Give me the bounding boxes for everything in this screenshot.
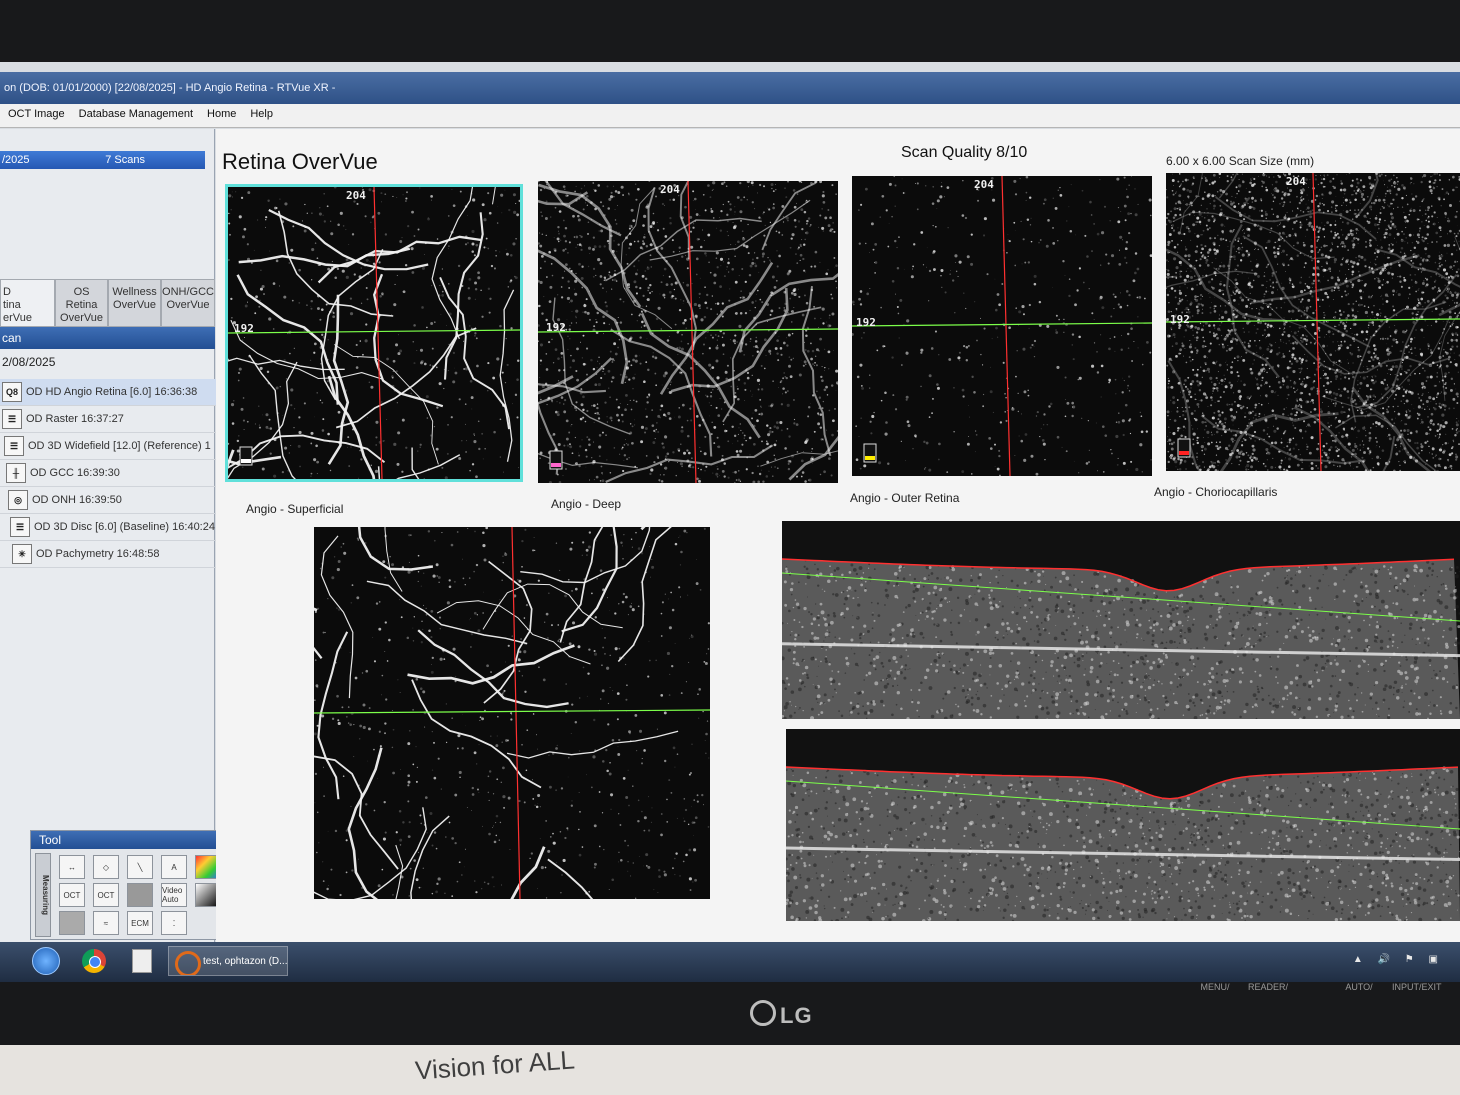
angio-texture (1166, 173, 1460, 471)
scan-label: OD ONH 16:39:50 (32, 494, 122, 506)
oct-button-2[interactable]: OCT (93, 883, 119, 907)
scan-row-pachymetry[interactable]: ✳ OD Pachymetry 16:48:58 (0, 541, 235, 568)
pachymetry-scan-icon: ✳ (12, 544, 32, 564)
window-title: on (DOB: 01/01/2000) [22/08/2025] - HD A… (0, 72, 1460, 106)
slice-top-number: 204 (974, 178, 994, 191)
page-title: Retina OverVue (222, 149, 378, 174)
monitor-auto-button[interactable]: AUTO/ (1344, 982, 1374, 992)
monitor-mode-button[interactable] (1296, 982, 1326, 992)
dots-button[interactable]: ⁚ (161, 911, 187, 935)
text-tool-button[interactable]: A (161, 855, 187, 879)
ecm-button[interactable]: ECM (127, 911, 153, 935)
scan-row-hd-angio[interactable]: Q8 OD HD Angio Retina [6.0] 16:36:38 (0, 379, 235, 406)
photo-scene: on (DOB: 01/01/2000) [22/08/2025] - HD A… (0, 0, 1460, 1095)
caption-superficial: Angio - Superficial (246, 502, 344, 516)
scan-row-3d-widefield[interactable]: ☰ OD 3D Widefield [12.0] (Reference) 1 (0, 433, 235, 460)
slice-left-number: 192 (234, 322, 254, 335)
tab-wellness-overvue[interactable]: Wellness OverVue (108, 279, 162, 327)
scan-label: OD HD Angio Retina [6.0] 16:36:38 (26, 386, 198, 398)
slice-left-number: 192 (856, 316, 876, 329)
wave-button[interactable]: ≈ (93, 911, 119, 935)
system-tray[interactable]: ▲ 🔊 ⚑ ▣ (1353, 954, 1444, 965)
polygon-tool-button[interactable]: ◇ (93, 855, 119, 879)
taskbar-app-ophtazon[interactable]: test, ophtazon (D... (168, 946, 288, 976)
angio-deep-image[interactable]: 204 192 (538, 181, 838, 483)
angio-texture (538, 181, 838, 483)
start-button-icon[interactable] (32, 947, 60, 975)
angio-superficial-image[interactable]: 204 192 (225, 184, 523, 482)
scan-row-gcc[interactable]: ╫ OD GCC 16:39:30 (0, 460, 235, 487)
tab-os-retina-overvue[interactable]: OS Retina OverVue (55, 279, 109, 327)
slice-top-number: 204 (660, 183, 680, 196)
slice-left-number: 192 (546, 321, 566, 334)
gcc-scan-icon: ╫ (6, 463, 26, 483)
monitor-menu-button[interactable]: MENU/ (1200, 982, 1230, 992)
gray-button-2[interactable] (59, 911, 85, 935)
tab-od-retina-overvue[interactable]: D tina erVue (0, 279, 56, 327)
angio-texture (228, 187, 520, 479)
caption-outer-retina: Angio - Outer Retina (850, 491, 960, 505)
scan-label: OD 3D Widefield [12.0] (Reference) 1 (28, 440, 211, 452)
scan-size: 6.00 x 6.00 Scan Size (mm) (1166, 154, 1315, 168)
scan-row-onh[interactable]: ◎ OD ONH 16:39:50 (0, 487, 235, 514)
scan-row-3d-disc[interactable]: ☰ OD 3D Disc [6.0] (Baseline) 16:40:24 (0, 514, 235, 541)
monitor-input-button[interactable]: INPUT/EXIT (1392, 982, 1442, 992)
gray-button[interactable] (127, 883, 153, 907)
measuring-tab[interactable]: Measuring (35, 853, 51, 937)
monitor-screen: on (DOB: 01/01/2000) [22/08/2025] - HD A… (0, 62, 1460, 982)
line-tool-button[interactable]: ╲ (127, 855, 153, 879)
angio-choriocapillaris-image[interactable]: 204 192 (1166, 173, 1460, 471)
patient-sidebar: /2025 7 Scans D tina erVue OS Retina Ove… (0, 129, 235, 944)
scan-label: OD 3D Disc [6.0] (Baseline) 16:40:24 (34, 521, 215, 533)
angio-scan-icon: Q8 (2, 382, 22, 402)
scan-label: OD GCC 16:39:30 (30, 467, 120, 479)
oct-bscan-vertical[interactable] (786, 729, 1460, 921)
monitor-hardware-buttons: MENU/ READER/ AUTO/ INPUT/EXIT (1200, 982, 1442, 992)
overvue-tabs: D tina erVue OS Retina OverVue Wellness … (0, 279, 215, 327)
scan-label: OD Pachymetry 16:48:58 (36, 548, 160, 560)
menu-help[interactable]: Help (248, 107, 275, 124)
widefield-scan-icon: ☰ (4, 436, 24, 456)
scan-list: Q8 OD HD Angio Retina [6.0] 16:36:38 ☰ O… (0, 379, 235, 568)
scan-row-raster[interactable]: ☰ OD Raster 16:37:27 (0, 406, 235, 433)
tab-onh-gcc-overvue[interactable]: ONH/GCC OverVue (161, 279, 215, 327)
menu-bar: OCT Image Database Management Home Help (0, 104, 1460, 128)
video-auto-button[interactable]: Video Auto (161, 883, 187, 907)
scan-label: OD Raster 16:37:27 (26, 413, 124, 425)
document-icon[interactable] (132, 949, 152, 973)
caption-choriocapillaris: Angio - Choriocapillaris (1154, 485, 1278, 499)
angio-outer-retina-image[interactable]: 204 192 (852, 176, 1152, 476)
monitor-brand-logo: LG (750, 1000, 813, 1029)
raster-scan-icon: ☰ (2, 409, 22, 429)
slice-top-number: 204 (1286, 175, 1306, 188)
wall-banner (0, 1045, 1460, 1095)
scan-list-header: can (0, 327, 215, 349)
visit-date: /2025 (2, 154, 30, 166)
angio-texture (852, 176, 1152, 476)
disc-scan-icon: ☰ (10, 517, 30, 537)
bscan-texture (786, 766, 1460, 921)
scan-quality: Scan Quality 8/10 (901, 144, 1028, 161)
caliper-tool-button[interactable]: ↔ (59, 855, 85, 879)
slice-top-number: 204 (346, 189, 366, 202)
monitor-reader-button[interactable]: READER/ (1248, 982, 1288, 992)
oct-bscan-horizontal[interactable] (782, 521, 1460, 719)
caption-deep: Angio - Deep (551, 497, 622, 511)
windows-taskbar: test, ophtazon (D... ▲ 🔊 ⚑ ▣ (0, 942, 1460, 982)
retina-overvue-panel: Retina OverVue Scan Quality 8/10 6.00 x … (216, 129, 1460, 944)
menu-home[interactable]: Home (205, 107, 238, 124)
visit-scan-count: 7 Scans (105, 154, 145, 166)
scan-date: 2/08/2025 (2, 355, 56, 369)
bscan-texture (782, 558, 1460, 719)
menu-database-management[interactable]: Database Management (77, 107, 195, 124)
onh-scan-icon: ◎ (8, 490, 28, 510)
angio-texture (314, 527, 710, 899)
chrome-icon[interactable] (82, 949, 106, 973)
oct-button-1[interactable]: OCT (59, 883, 85, 907)
visit-row-selected[interactable]: /2025 7 Scans (0, 151, 205, 169)
enface-angio-large-image[interactable] (314, 527, 710, 899)
menu-oct-image[interactable]: OCT Image (6, 107, 67, 124)
slice-left-number: 192 (1170, 313, 1190, 326)
